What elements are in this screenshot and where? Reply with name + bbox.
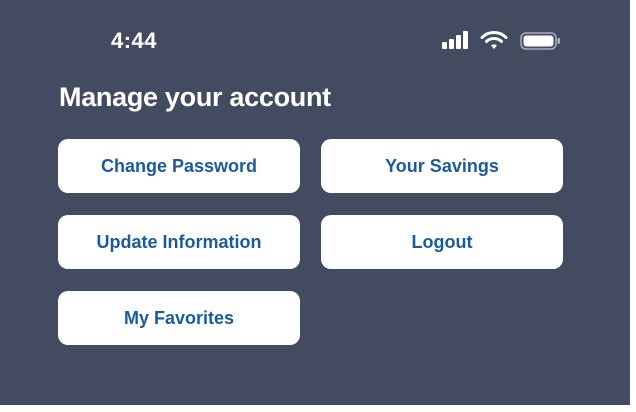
- change-password-button[interactable]: Change Password: [58, 139, 300, 193]
- signal-icon: [442, 31, 472, 49]
- update-information-button[interactable]: Update Information: [58, 215, 300, 269]
- right-edge: [630, 0, 636, 412]
- status-icons: [440, 30, 566, 52]
- wifi-icon: [480, 31, 508, 49]
- your-savings-button[interactable]: Your Savings: [321, 139, 563, 193]
- my-favorites-button[interactable]: My Favorites: [58, 291, 300, 345]
- account-screen: 4:44 Manage your account Change Password…: [0, 0, 630, 412]
- status-time: 4:44: [111, 28, 158, 53]
- battery-icon: [520, 32, 560, 50]
- page-title: Manage your account: [59, 82, 331, 112]
- logout-button[interactable]: Logout: [321, 215, 563, 269]
- bottom-edge: [0, 405, 630, 412]
